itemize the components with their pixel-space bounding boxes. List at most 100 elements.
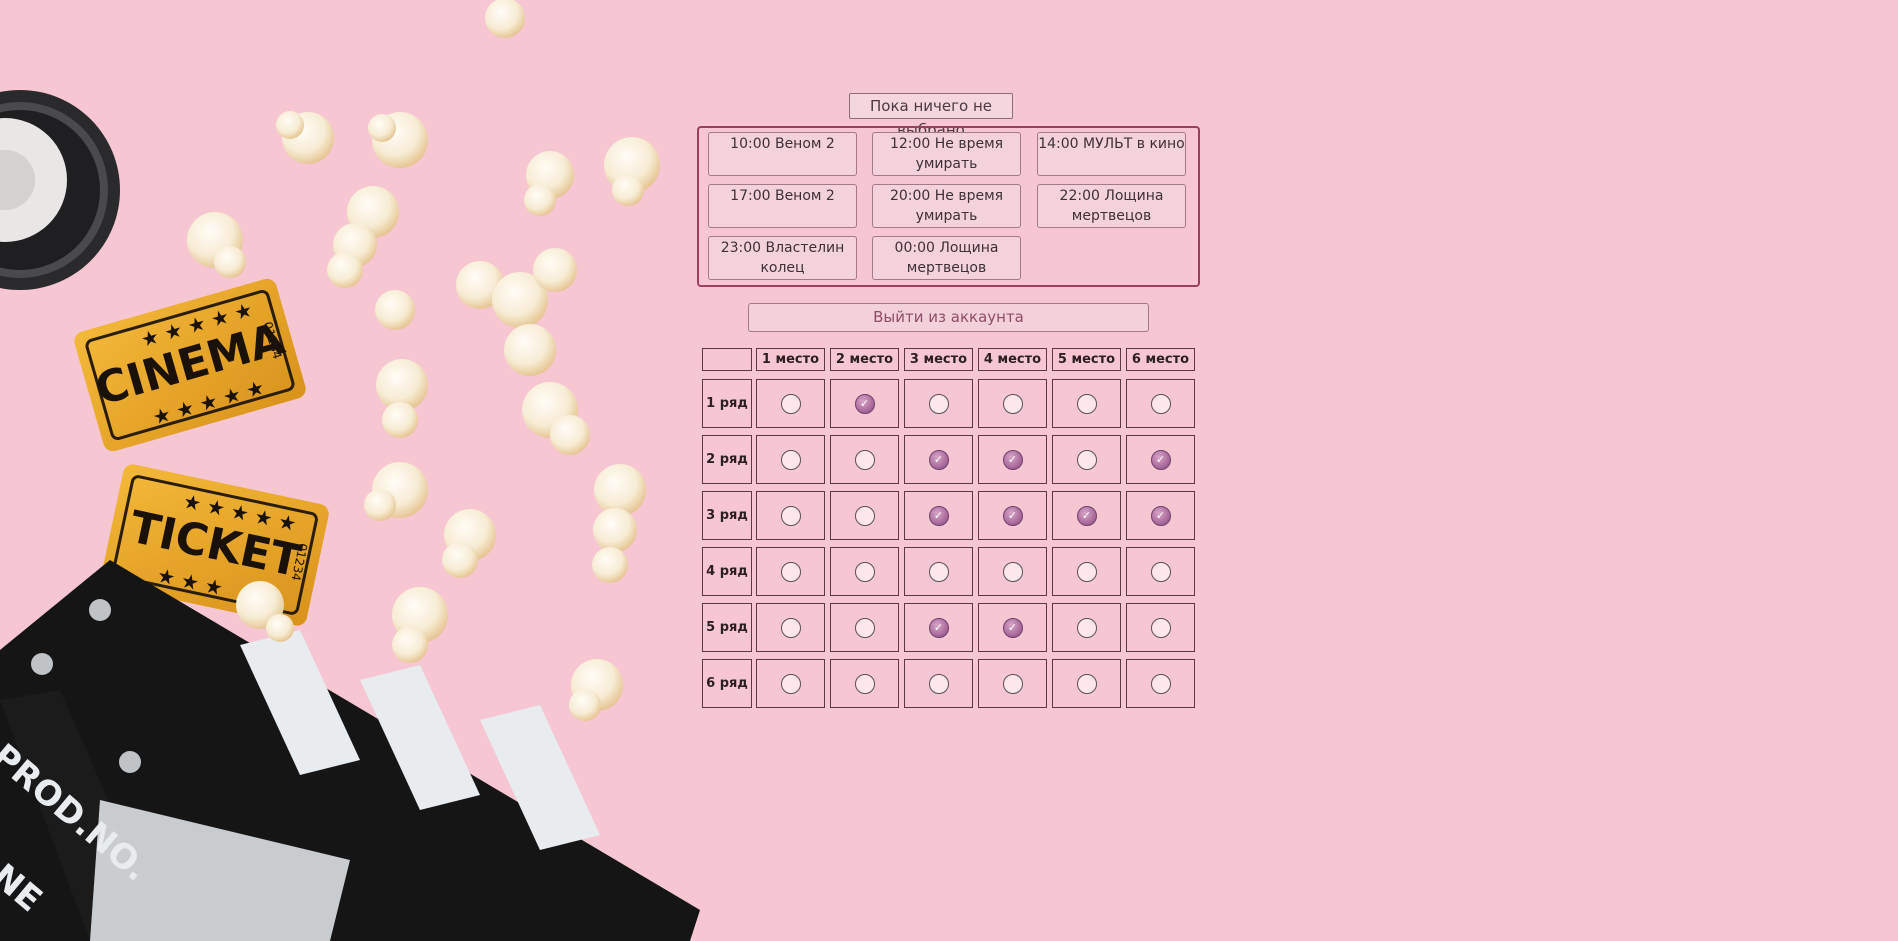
grid-corner-cell (702, 348, 752, 371)
seat-cell[interactable] (1126, 379, 1195, 428)
seat-cell[interactable]: ✓ (904, 435, 973, 484)
seat-checkbox[interactable] (1150, 617, 1171, 638)
seat-cell[interactable] (830, 603, 899, 652)
session-button[interactable]: 10:00 Веном 2 (708, 132, 857, 176)
seat-checkbox-checked[interactable]: ✓ (1150, 449, 1171, 470)
seat-checkbox[interactable] (780, 673, 801, 694)
seat-checkbox[interactable] (854, 561, 875, 582)
seat-cell[interactable]: ✓ (1126, 491, 1195, 540)
seat-checkbox[interactable] (1150, 561, 1171, 582)
check-icon: ✓ (859, 397, 870, 410)
seat-column-header: 3 место (904, 348, 973, 371)
seat-cell[interactable] (1052, 659, 1121, 708)
seat-checkbox[interactable] (1150, 673, 1171, 694)
seat-checkbox[interactable] (1076, 393, 1097, 414)
seat-checkbox[interactable] (1076, 673, 1097, 694)
seat-checkbox-checked[interactable]: ✓ (1002, 505, 1023, 526)
seat-cell[interactable] (978, 379, 1047, 428)
seat-cell[interactable]: ✓ (1052, 491, 1121, 540)
seat-checkbox[interactable] (780, 449, 801, 470)
seat-checkbox-checked[interactable]: ✓ (1002, 449, 1023, 470)
seat-checkbox[interactable] (854, 505, 875, 526)
seat-checkbox[interactable] (1076, 561, 1097, 582)
seat-cell[interactable] (978, 659, 1047, 708)
session-button[interactable]: 12:00 Не время умирать (872, 132, 1021, 176)
seat-cell[interactable]: ✓ (1126, 435, 1195, 484)
seat-cell[interactable] (1126, 603, 1195, 652)
seat-checkbox[interactable] (928, 393, 949, 414)
seat-cell[interactable] (830, 435, 899, 484)
seat-checkbox[interactable] (854, 617, 875, 638)
seat-cell[interactable]: ✓ (904, 491, 973, 540)
seat-cell[interactable] (904, 659, 973, 708)
seat-checkbox-checked[interactable]: ✓ (854, 393, 875, 414)
seat-cell[interactable] (756, 379, 825, 428)
session-button[interactable]: 14:00 МУЛЬТ в кино (1037, 132, 1186, 176)
seat-row-label: 1 ряд (702, 379, 752, 428)
seat-checkbox[interactable] (780, 393, 801, 414)
seat-cell[interactable]: ✓ (830, 379, 899, 428)
session-button[interactable]: 00:00 Лощина мертвецов (872, 236, 1021, 280)
seat-cell[interactable] (830, 491, 899, 540)
seat-checkbox[interactable] (854, 449, 875, 470)
sessions-panel: 10:00 Веном 2 12:00 Не время умирать 14:… (697, 126, 1200, 287)
seat-checkbox[interactable] (928, 673, 949, 694)
seat-checkbox-checked[interactable]: ✓ (928, 449, 949, 470)
seat-cell[interactable] (1126, 547, 1195, 596)
seat-checkbox-checked[interactable]: ✓ (1150, 505, 1171, 526)
seat-checkbox[interactable] (1002, 393, 1023, 414)
seat-checkbox[interactable] (854, 673, 875, 694)
seat-cell[interactable] (904, 547, 973, 596)
check-icon: ✓ (933, 509, 944, 522)
seat-column-header: 1 место (756, 348, 825, 371)
seat-checkbox-checked[interactable]: ✓ (1076, 505, 1097, 526)
seat-cell[interactable] (756, 491, 825, 540)
seat-cell[interactable] (756, 435, 825, 484)
seat-cell[interactable] (1126, 659, 1195, 708)
seat-row-label: 6 ряд (702, 659, 752, 708)
check-icon: ✓ (933, 453, 944, 466)
seat-checkbox-checked[interactable]: ✓ (1002, 617, 1023, 638)
seat-column-header: 5 место (1052, 348, 1121, 371)
seat-cell[interactable] (1052, 379, 1121, 428)
seat-row-label: 5 ряд (702, 603, 752, 652)
check-icon: ✓ (1155, 509, 1166, 522)
seat-cell[interactable] (756, 659, 825, 708)
film-reel-icon (0, 90, 120, 290)
cinema-ticket-icon: CINEMA ★ ★ ★ ★ ★ ★ ★ ★ ★ ★ 01234 (74, 278, 306, 452)
session-button[interactable]: 23:00 Властелин колец (708, 236, 857, 280)
seat-cell[interactable] (756, 547, 825, 596)
seat-cell[interactable] (978, 547, 1047, 596)
check-icon: ✓ (1007, 509, 1018, 522)
session-button[interactable]: 22:00 Лощина мертвецов (1037, 184, 1186, 228)
seat-checkbox[interactable] (1076, 617, 1097, 638)
seat-cell[interactable]: ✓ (904, 603, 973, 652)
seat-cell[interactable]: ✓ (978, 491, 1047, 540)
seat-cell[interactable]: ✓ (978, 435, 1047, 484)
seat-cell[interactable] (904, 379, 973, 428)
seat-checkbox[interactable] (928, 561, 949, 582)
seat-checkbox[interactable] (1002, 673, 1023, 694)
selection-status: Пока ничего не выбрано (849, 93, 1013, 139)
seat-checkbox-checked[interactable]: ✓ (928, 505, 949, 526)
seat-cell[interactable] (1052, 547, 1121, 596)
seat-cell[interactable] (756, 603, 825, 652)
seat-cell[interactable] (830, 547, 899, 596)
check-icon: ✓ (1081, 509, 1092, 522)
seat-row-label: 3 ряд (702, 491, 752, 540)
session-button[interactable]: 17:00 Веном 2 (708, 184, 857, 228)
seat-checkbox[interactable] (780, 505, 801, 526)
seat-checkbox[interactable] (1076, 449, 1097, 470)
seat-checkbox-checked[interactable]: ✓ (928, 617, 949, 638)
check-icon: ✓ (1007, 453, 1018, 466)
session-button[interactable]: 20:00 Не время умирать (872, 184, 1021, 228)
seat-cell[interactable] (1052, 603, 1121, 652)
seat-cell[interactable]: ✓ (978, 603, 1047, 652)
seat-checkbox[interactable] (780, 561, 801, 582)
seat-checkbox[interactable] (1150, 393, 1171, 414)
seat-checkbox[interactable] (1002, 561, 1023, 582)
logout-button[interactable]: Выйти из аккаунта (748, 303, 1149, 332)
seat-cell[interactable] (830, 659, 899, 708)
seat-checkbox[interactable] (780, 617, 801, 638)
seat-cell[interactable] (1052, 435, 1121, 484)
